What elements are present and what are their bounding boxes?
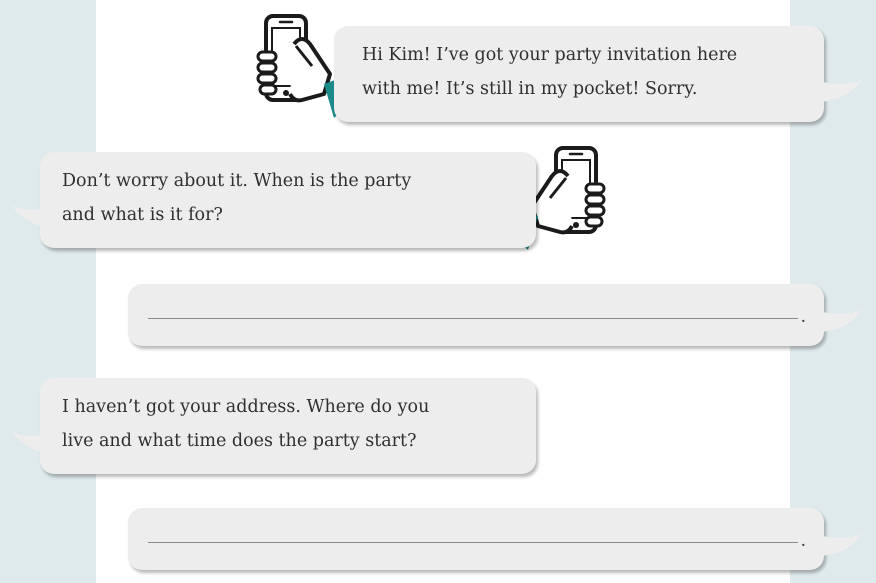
- answer-bubble[interactable]: .: [128, 284, 824, 346]
- chat-bubble-friend: Hi Kim! I’ve got your party invitation h…: [334, 26, 824, 122]
- message-text: I haven’t got your address. Where do you…: [62, 397, 430, 451]
- answer-line: [148, 318, 798, 319]
- chat-bubble-kim: I haven’t got your address. Where do you…: [40, 378, 536, 474]
- bubble-tail: [816, 80, 862, 102]
- bubble-tail: [12, 206, 58, 228]
- bubble-tail: [12, 432, 58, 454]
- bubble-tail: [816, 534, 862, 556]
- answer-end-mark: .: [800, 531, 806, 551]
- message-text: Don’t worry about it. When is the party …: [62, 171, 412, 225]
- answer-line: [148, 542, 798, 543]
- chat-bubble-kim: Don’t worry about it. When is the party …: [40, 152, 536, 248]
- message-text: Hi Kim! I’ve got your party invitation h…: [362, 45, 738, 99]
- left-side-panel: [0, 0, 96, 583]
- bubble-tail: [816, 310, 862, 332]
- answer-bubble[interactable]: .: [128, 508, 824, 570]
- answer-end-mark: .: [800, 307, 806, 327]
